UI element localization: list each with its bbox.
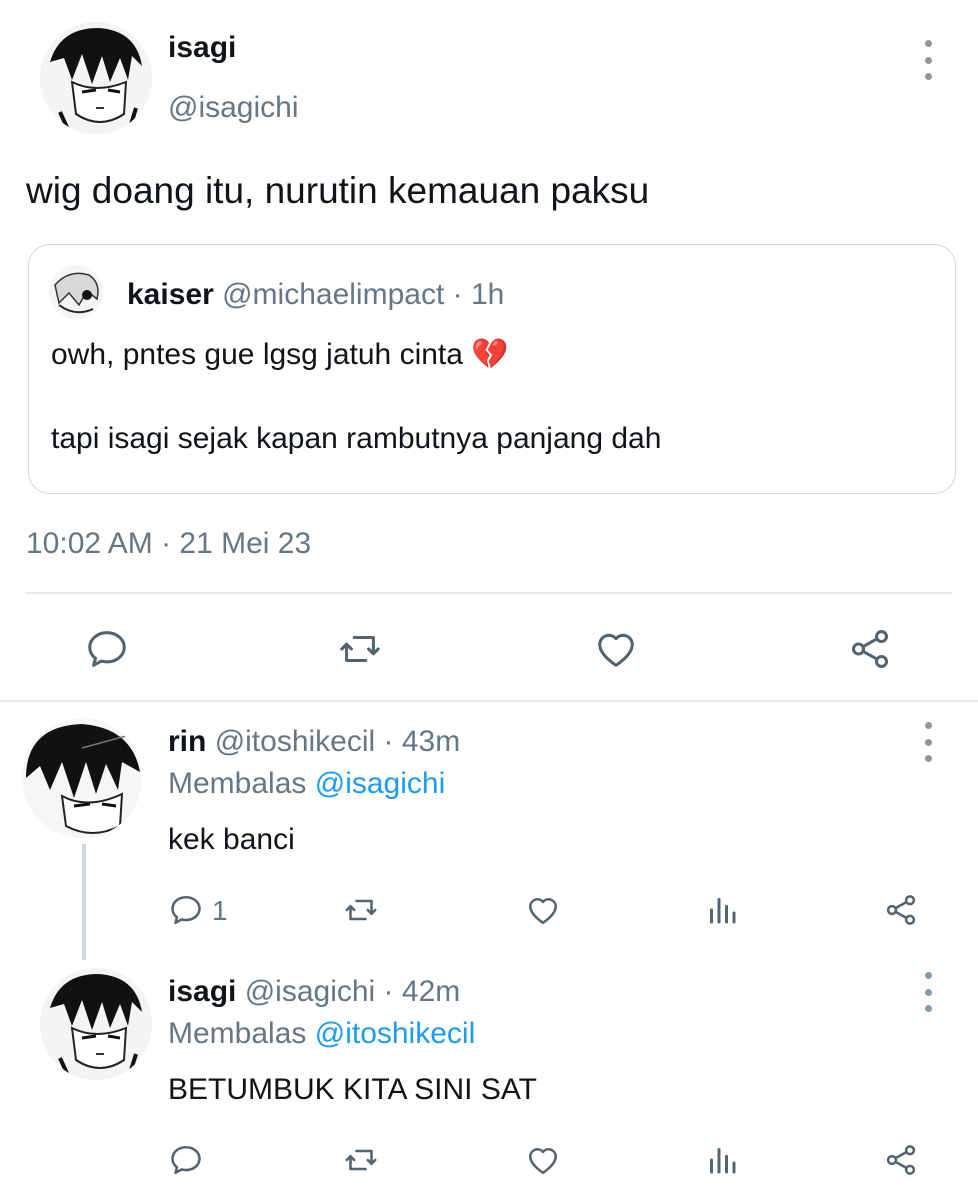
more-options-icon[interactable] [918,40,938,80]
display-name[interactable]: isagi [168,28,236,68]
reply-display-name[interactable]: isagi [168,975,236,1008]
avatar[interactable] [40,22,152,134]
replying-to-handle[interactable]: @isagichi [315,767,446,800]
reply-icon[interactable] [84,626,130,672]
thread-line [82,844,86,960]
divider [26,592,952,594]
views-icon[interactable] [704,892,740,928]
tweet-text: wig doang itu, nurutin kemauan paksu [26,170,650,211]
replying-to-handle[interactable]: @itoshikecil [315,1017,476,1050]
handle[interactable]: @isagichi [168,88,299,128]
reply-handle-time[interactable]: @itoshikecil · 43m [215,725,461,758]
reply-text: kek banci [168,823,295,856]
share-icon[interactable] [882,1142,920,1178]
replying-to-label: Membalas [168,1017,307,1050]
views-icon[interactable] [704,1142,740,1178]
more-options-icon[interactable] [918,722,938,762]
replying-to-label: Membalas [168,767,307,800]
avatar[interactable] [40,968,152,1080]
reply-handle-time[interactable]: @isagichi · 42m [245,975,461,1008]
reply-display-name[interactable]: rin [168,725,206,758]
reply-text: BETUMBUK KITA SINI SAT [168,1073,537,1106]
tweet-timestamp[interactable]: 10:02 AM · 21 Mei 23 [26,524,311,564]
reply-count: 1 [212,895,228,926]
more-options-icon[interactable] [918,972,938,1012]
retweet-icon[interactable] [342,1142,380,1178]
quoted-tweet[interactable]: kaiser @michaelimpact · 1h owh, pntes gu… [28,244,956,494]
heart-icon[interactable] [592,626,640,672]
reply-icon[interactable] [168,892,204,928]
quoted-display-name[interactable]: kaiser [127,278,214,311]
section-divider [0,700,978,702]
broken-heart-emoji: 💔 [471,338,509,371]
quoted-text-line2: tapi isagi sejak kapan rambutnya panjang… [51,422,662,455]
reply-icon[interactable] [168,1142,204,1178]
retweet-icon[interactable] [336,626,384,672]
quoted-handle-time[interactable]: @michaelimpact · 1h [222,278,504,311]
share-icon[interactable] [846,626,894,672]
retweet-icon[interactable] [342,892,380,928]
quoted-avatar [49,265,103,319]
heart-icon[interactable] [524,892,562,928]
share-icon[interactable] [882,892,920,928]
heart-icon[interactable] [524,1142,562,1178]
avatar[interactable] [22,718,142,838]
quoted-text-line1: owh, pntes gue lgsg jatuh cinta [51,338,463,371]
